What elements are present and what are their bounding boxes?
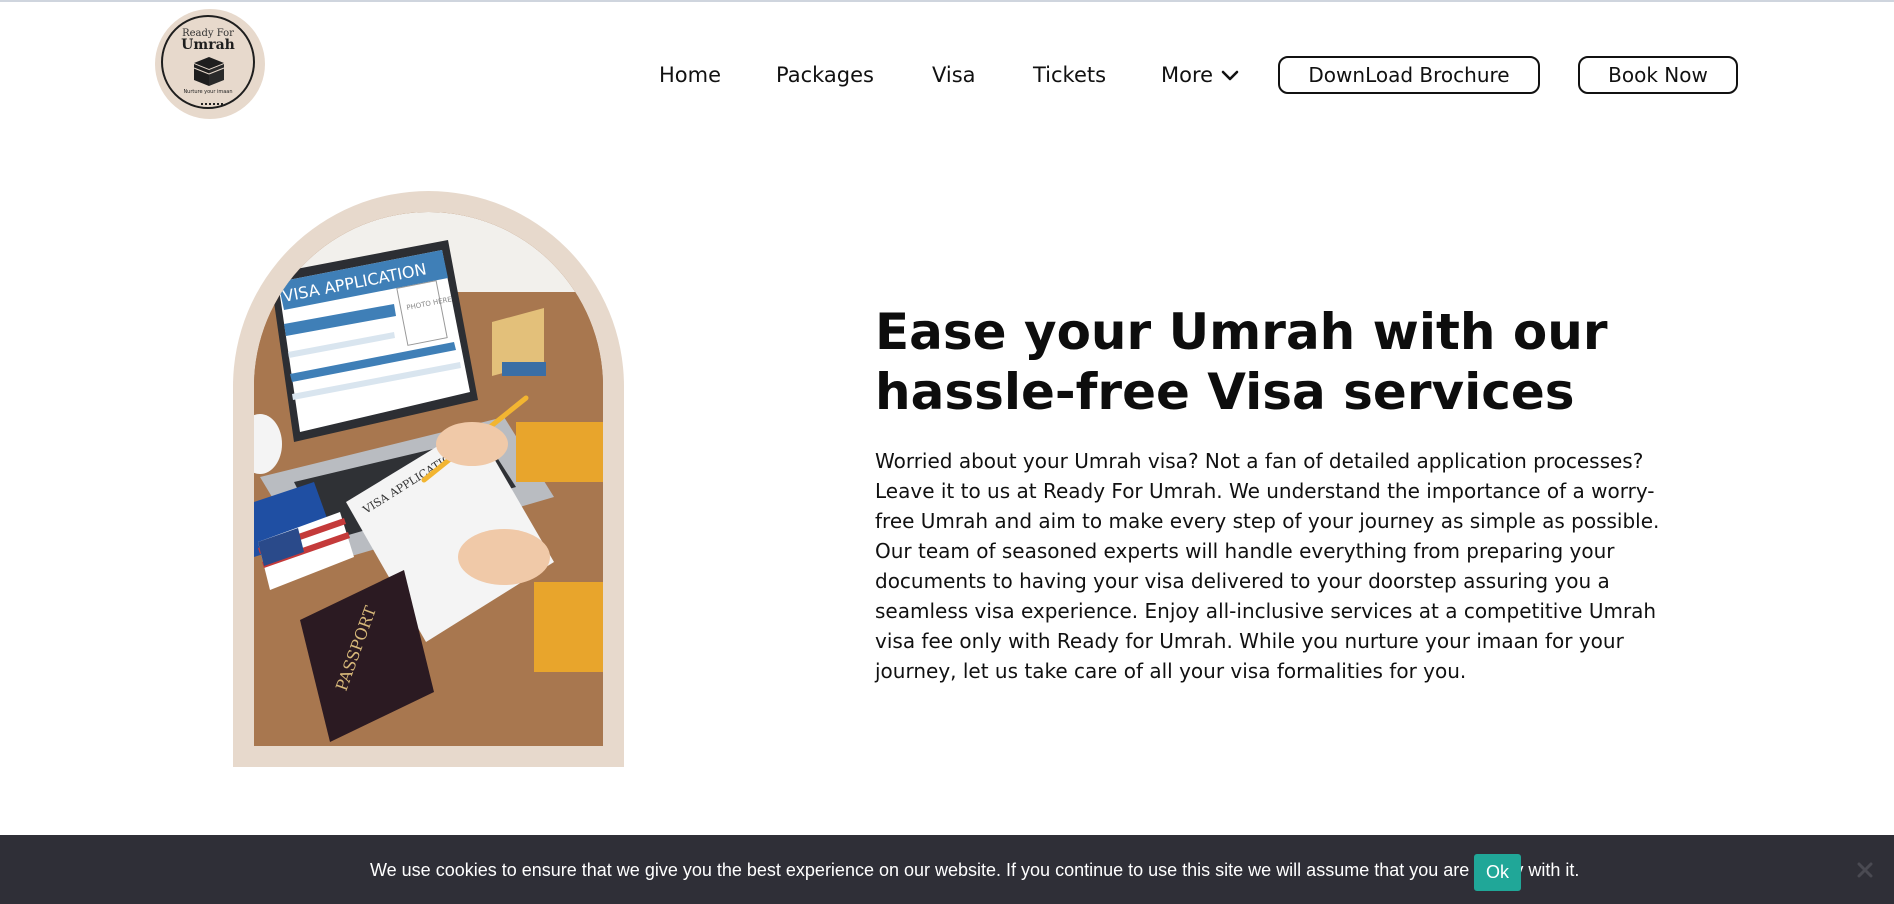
headline-line-1: Ease your Umrah with our xyxy=(875,303,1608,361)
nav-packages[interactable]: Packages xyxy=(776,60,874,90)
headline-line-2: hassle-free Visa services xyxy=(875,363,1575,421)
top-border xyxy=(0,0,1894,2)
nav-more-label: More xyxy=(1161,63,1214,87)
logo-badge: Ready For Umrah Nurture your imaan xyxy=(161,15,255,109)
visa-application-illustration: VISA APPLICATION PHOTO HERE VISA APPLICA… xyxy=(254,212,603,746)
cookie-message: We use cookies to ensure that we give yo… xyxy=(370,860,1580,880)
nav-home[interactable]: Home xyxy=(659,60,721,90)
logo-tagline: Nurture your imaan xyxy=(183,89,233,95)
page-title: Ease your Umrah with our hassle-free Vis… xyxy=(875,302,1695,422)
nav-more[interactable]: More xyxy=(1161,60,1241,90)
hero-image-frame: VISA APPLICATION PHOTO HERE VISA APPLICA… xyxy=(233,191,624,767)
logo[interactable]: Ready For Umrah Nurture your imaan xyxy=(155,9,265,119)
close-icon[interactable] xyxy=(1857,862,1873,878)
cookie-bar: We use cookies to ensure that we give yo… xyxy=(0,835,1894,904)
book-now-button[interactable]: Book Now xyxy=(1578,56,1738,94)
chevron-down-icon xyxy=(1221,70,1239,81)
kaaba-icon xyxy=(193,57,225,86)
nav-visa[interactable]: Visa xyxy=(932,60,976,90)
logo-dots xyxy=(201,103,223,108)
visa-description: Worried about your Umrah visa? Not a fan… xyxy=(875,449,1660,683)
hero-image: VISA APPLICATION PHOTO HERE VISA APPLICA… xyxy=(254,212,603,746)
nav-tickets[interactable]: Tickets xyxy=(1033,60,1106,90)
download-brochure-button[interactable]: DownLoad Brochure xyxy=(1278,56,1540,94)
cookie-ok-button[interactable]: Ok xyxy=(1474,854,1521,891)
logo-brand: Umrah xyxy=(181,37,235,53)
